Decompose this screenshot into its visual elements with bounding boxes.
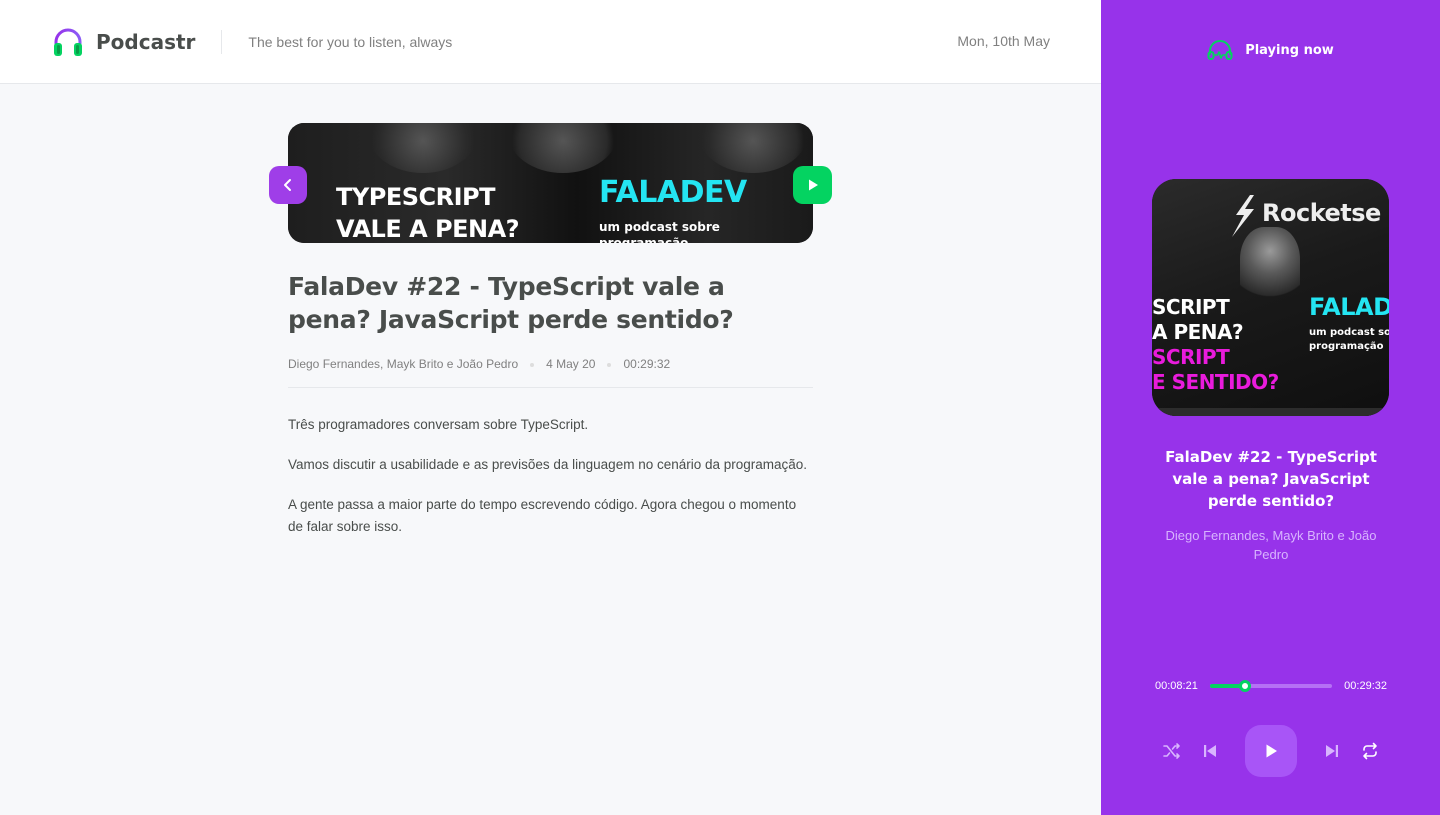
episode-members: Diego Fernandes, Mayk Brito e João Pedro — [288, 357, 519, 371]
repeat-button[interactable] — [1358, 739, 1382, 763]
app-header: Podcastr The best for you to listen, alw… — [0, 0, 1101, 84]
episode-title: FalaDev #22 - TypeScript vale a pena? Ja… — [288, 272, 734, 334]
player-panel: Playing now Rocketse SCRIPT A PENA? SCRI… — [1101, 0, 1440, 815]
chevron-left-icon — [284, 179, 291, 191]
cover-bottom-bar — [1152, 408, 1389, 416]
repeat-icon — [1362, 742, 1377, 760]
current-date: Mon, 10th May — [957, 33, 1050, 49]
episode-published-at: 4 May 20 — [546, 357, 596, 371]
app-name: Podcastr — [96, 29, 196, 54]
cover-person — [1240, 227, 1300, 307]
cover-line: SCRIPT — [1152, 345, 1230, 369]
cover-subtitle: um podcast sob programação — [1309, 326, 1389, 354]
meta-separator — [530, 363, 535, 367]
cover-brand-top: Rocketse — [1262, 199, 1381, 227]
headphones-icon — [1207, 40, 1233, 60]
headphones-logo-icon — [54, 28, 82, 56]
description-paragraph: A gente passa a maior parte do tempo esc… — [288, 497, 797, 534]
shuffle-button[interactable] — [1160, 739, 1184, 763]
now-playing-title: FalaDev #22 - TypeScript vale a pena? Ja… — [1165, 448, 1377, 510]
back-button[interactable] — [269, 166, 307, 204]
episode-thumbnail: TYPESCRIPT VALE A PENA? FALADEV um podca… — [288, 123, 813, 243]
header-divider — [221, 29, 223, 54]
playing-now-label: Playing now — [1245, 42, 1334, 58]
description-paragraph: Vamos discutir a usabilidade e as previs… — [288, 457, 808, 472]
progress-slider[interactable] — [1210, 680, 1332, 692]
description-paragraph: Três programadores conversam sobre TypeS… — [288, 417, 589, 432]
current-time: 00:08:21 — [1155, 680, 1198, 692]
play-icon — [808, 179, 818, 191]
play-pause-button[interactable] — [1244, 725, 1297, 777]
thumbnail-headline-line2: VALE A PENA? — [336, 215, 520, 243]
skip-next-icon — [1325, 745, 1338, 757]
cover-brand: FALAD — [1309, 293, 1389, 321]
player-header: Playing now — [1101, 40, 1440, 60]
shuffle-icon — [1162, 743, 1180, 759]
thumbnail-headline-line1: TYPESCRIPT — [336, 183, 496, 211]
now-playing-cover: Rocketse SCRIPT A PENA? SCRIPT E SENTIDO… — [1152, 179, 1389, 416]
slider-handle[interactable] — [1238, 680, 1251, 692]
cover-line: E SENTIDO? — [1152, 370, 1279, 394]
thumbnail-brand: FALADEV — [599, 175, 747, 210]
play-episode-button[interactable] — [793, 166, 832, 204]
now-playing-members: Diego Fernandes, Mayk Brito e João Pedro — [1165, 528, 1377, 562]
thumbnail-subtitle: um podcast sobre programação — [599, 220, 720, 243]
previous-button[interactable] — [1198, 739, 1222, 763]
skip-previous-icon — [1203, 745, 1216, 757]
tagline: The best for you to listen, always — [248, 33, 453, 50]
next-button[interactable] — [1320, 739, 1344, 763]
episode-duration: 00:29:32 — [623, 357, 671, 371]
episode-meta: Diego Fernandes, Mayk Brito e João Pedro… — [288, 357, 813, 388]
cover-subtitle-line2: programação — [1309, 341, 1384, 352]
cover-line: SCRIPT — [1152, 295, 1230, 319]
meta-separator — [607, 363, 612, 367]
total-time: 00:29:32 — [1344, 680, 1387, 692]
progress-bar: 00:08:21 00:29:32 — [1155, 678, 1387, 694]
logo[interactable]: Podcastr — [52, 26, 195, 58]
cover-subtitle-line1: um podcast sob — [1309, 327, 1389, 338]
episode-description: Três programadores conversam sobre TypeS… — [288, 414, 813, 556]
player-controls — [1101, 725, 1440, 777]
cover-line: A PENA? — [1152, 320, 1244, 344]
thumbnail-headline: TYPESCRIPT VALE A PENA? — [336, 181, 520, 243]
play-icon — [1266, 744, 1277, 758]
